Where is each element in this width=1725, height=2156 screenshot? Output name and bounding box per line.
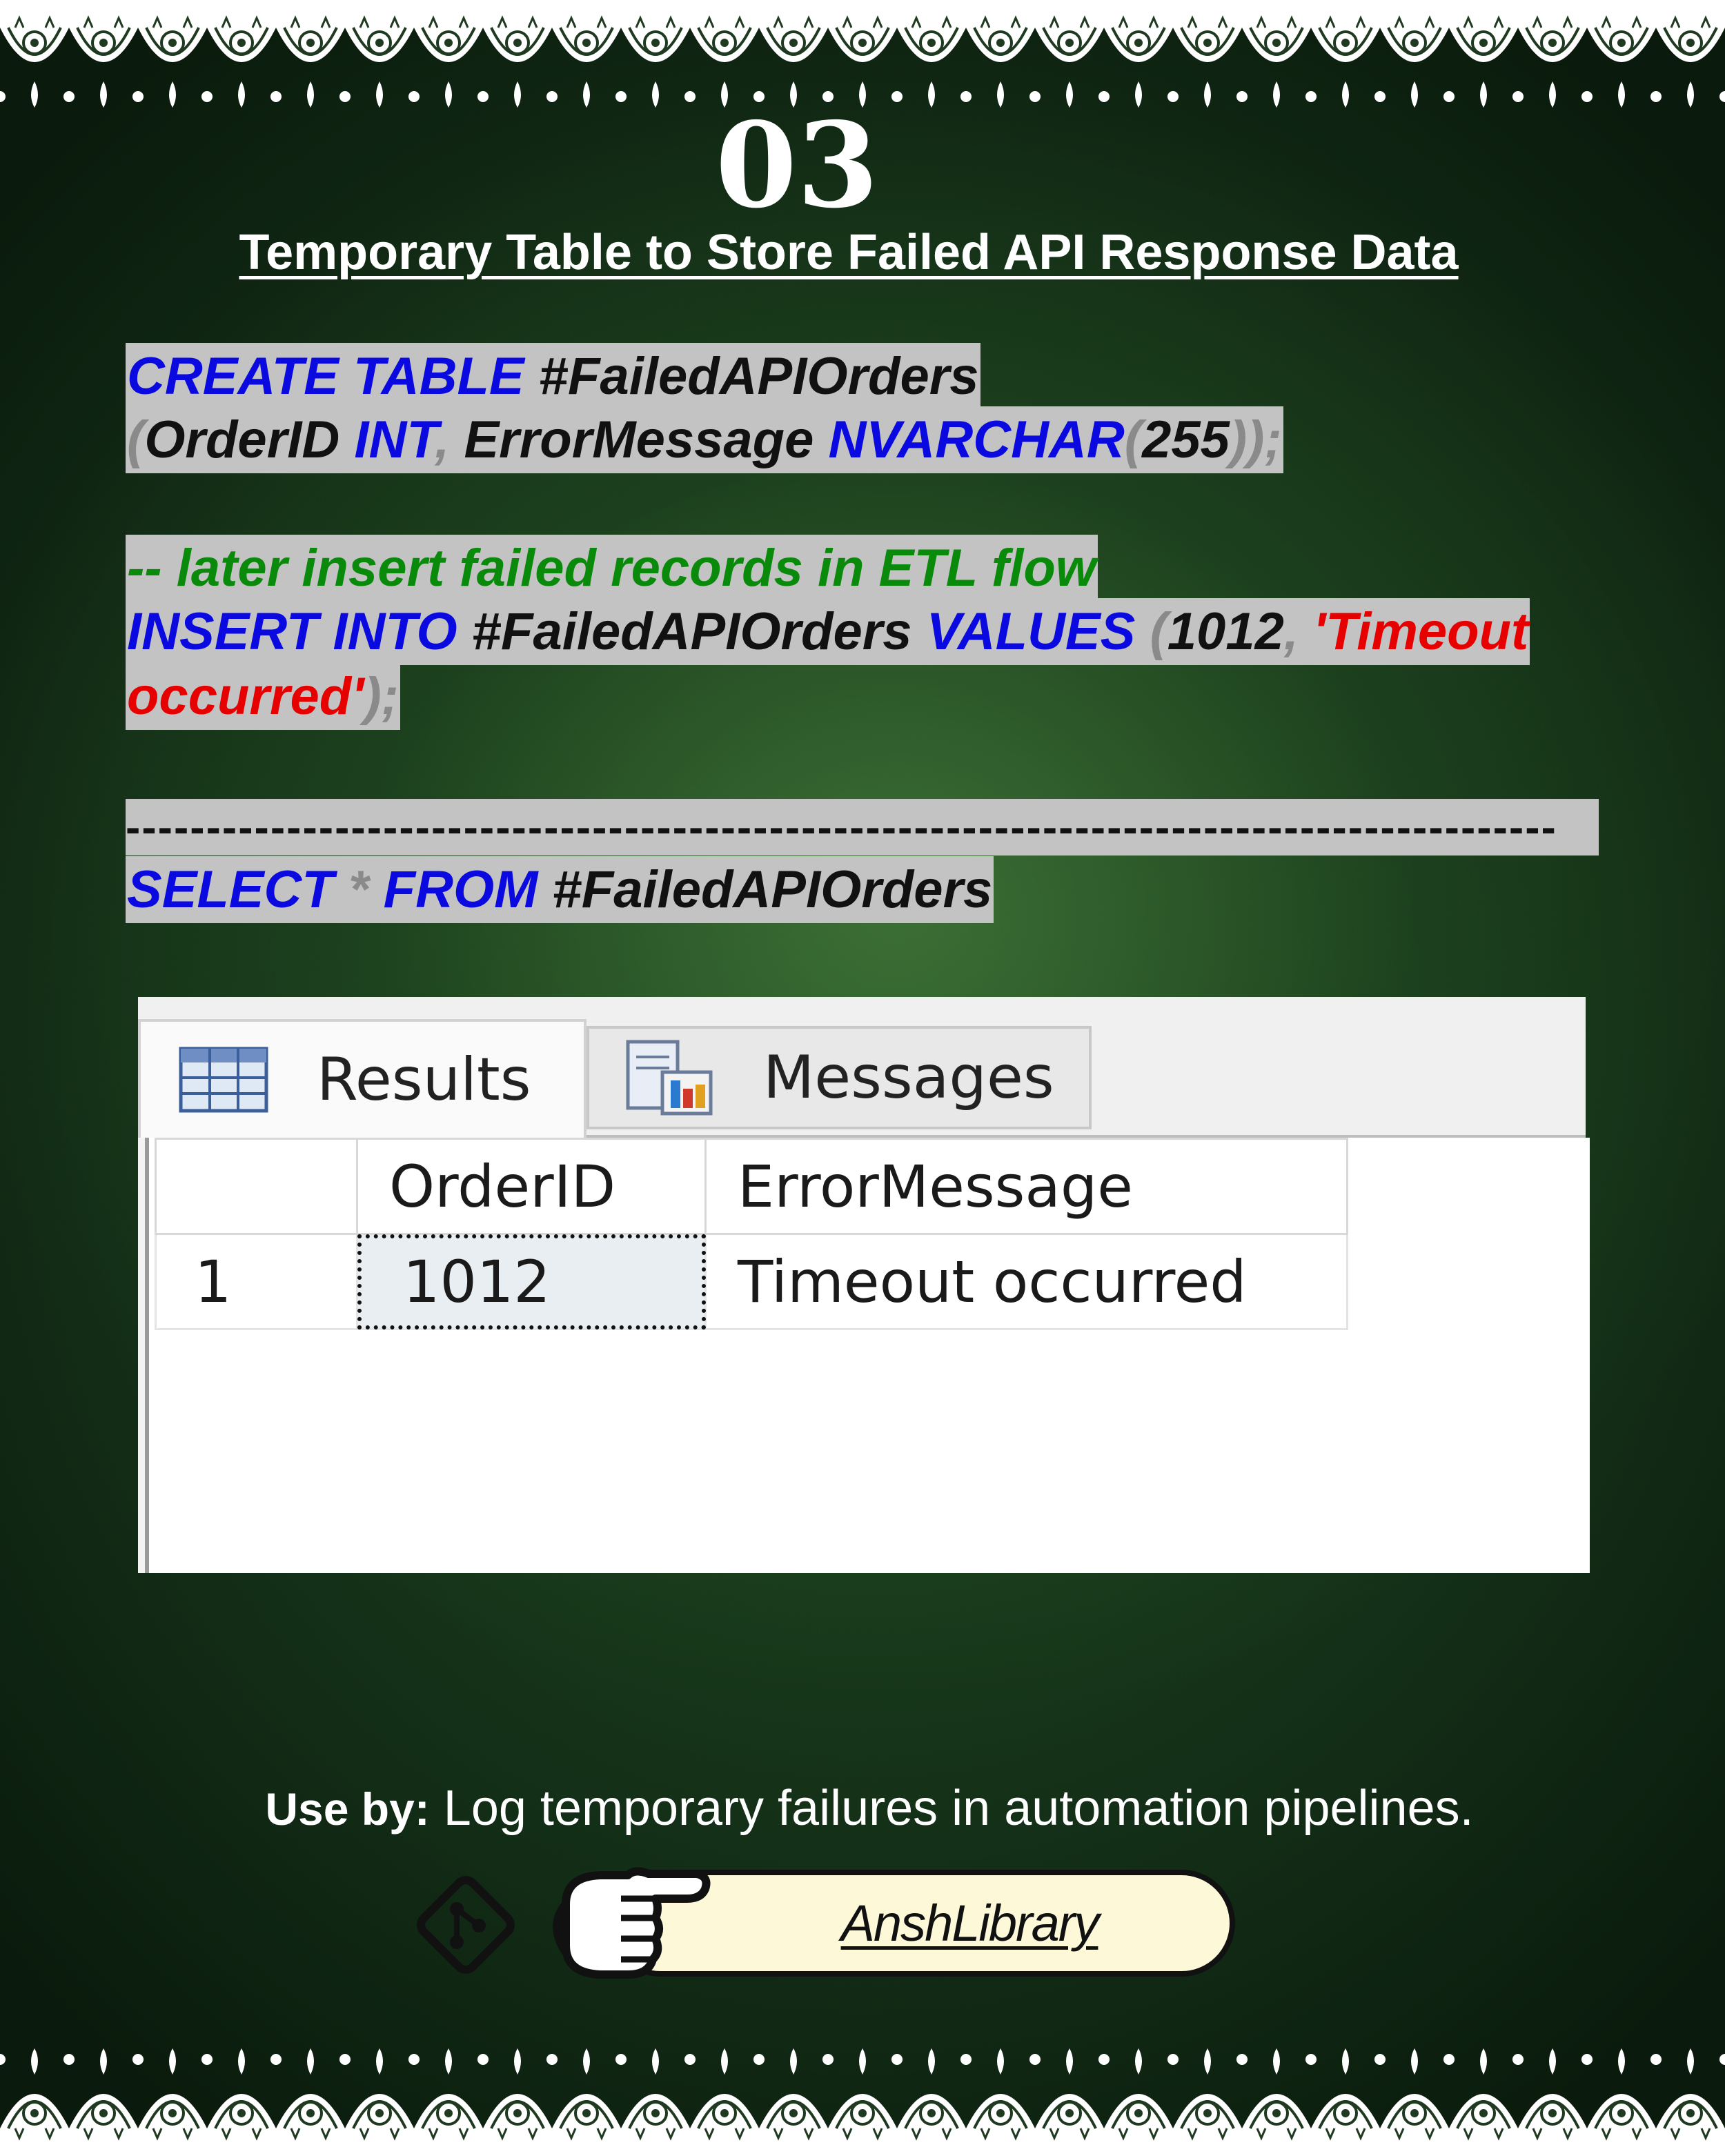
code-line-insert-continued: occurred'); [126, 663, 400, 730]
string-literal: 'Timeout [1313, 602, 1529, 661]
results-grid[interactable]: OrderID ErrorMessage 1 1012 Timeout occu… [145, 1138, 1590, 1573]
results-table: OrderID ErrorMessage 1 1012 Timeout occu… [155, 1138, 1348, 1330]
keyword: CREATE [127, 347, 339, 406]
punctuation: ); [364, 667, 399, 726]
string-literal: occurred' [127, 667, 364, 726]
column-header-orderid[interactable]: OrderID [356, 1138, 707, 1235]
decorative-lace-border-bottom [0, 2039, 1725, 2156]
use-by-caption: Use by: Log temporary failures in automa… [0, 1780, 1725, 1837]
punctuation: * [348, 860, 369, 919]
keyword: TABLE [353, 347, 524, 406]
errormessage-cell[interactable]: Timeout occurred [704, 1233, 1348, 1330]
code-line-insert: INSERT INTO #FailedAPIOrders VALUES (101… [126, 598, 1530, 665]
keyword: SELECT [127, 860, 334, 919]
grid-icon [179, 1047, 268, 1113]
punctuation: , [1283, 602, 1299, 661]
row-number-header [155, 1138, 358, 1235]
code-line-comment: -- later insert failed records in ETL fl… [126, 535, 1098, 602]
use-by-label: Use by: [265, 1783, 430, 1834]
table-name: #FailedAPIOrders [471, 602, 912, 661]
punctuation: ( [127, 411, 145, 469]
table-header-row: OrderID ErrorMessage [155, 1138, 1348, 1235]
tab-results[interactable]: Results [138, 1019, 586, 1138]
column-name: ErrorMessage [464, 411, 814, 469]
code-line-select: SELECT * FROM #FailedAPIOrders [126, 856, 994, 923]
keyword: INTO [333, 602, 457, 661]
column-name: OrderID [144, 411, 340, 469]
git-icon [417, 1876, 515, 1974]
keyword: INT [354, 411, 435, 469]
code-line-columns: (OrderID INT, ErrorMessage NVARCHAR(255)… [126, 406, 1283, 473]
code-separator-line: ----------------------------------------… [126, 799, 1599, 856]
keyword: VALUES [926, 602, 1136, 661]
table-row: 1 1012 Timeout occurred [155, 1233, 1348, 1330]
code-line-create-table: CREATE TABLE #FailedAPIOrders [126, 343, 980, 410]
tab-results-label: Results [317, 1045, 531, 1114]
orderid-cell[interactable]: 1012 [356, 1233, 707, 1330]
number-literal: 1012 [1167, 602, 1284, 661]
column-header-errormessage[interactable]: ErrorMessage [704, 1138, 1348, 1235]
tab-messages-label: Messages [763, 1043, 1054, 1112]
query-results-panel: Results Messages OrderID ErrorMessage 1 … [138, 997, 1590, 1573]
row-number-cell[interactable]: 1 [155, 1233, 358, 1330]
results-tab-bar: Results Messages [138, 997, 1586, 1138]
punctuation: , [435, 411, 450, 469]
table-name: #FailedAPIOrders [538, 347, 979, 406]
brand-name: AnshLibrary [840, 1895, 1100, 1952]
use-by-text: Log temporary failures in automation pip… [443, 1781, 1474, 1836]
page-title: Temporary Table to Store Failed API Resp… [239, 225, 1459, 280]
punctuation: )); [1229, 411, 1282, 469]
messages-icon [626, 1040, 713, 1116]
punctuation: ( [1124, 411, 1143, 469]
keyword: FROM [383, 860, 538, 919]
table-name: #FailedAPIOrders [552, 860, 993, 919]
pointing-hand-icon [553, 1867, 711, 1979]
keyword: NVARCHAR [828, 411, 1125, 469]
step-number: 03 [715, 97, 879, 235]
keyword: INSERT [127, 602, 319, 661]
sql-comment: -- later insert failed records in ETL fl… [127, 539, 1096, 597]
punctuation: ( [1150, 602, 1167, 661]
number-literal: 255 [1142, 411, 1230, 469]
tab-messages[interactable]: Messages [586, 1026, 1092, 1129]
